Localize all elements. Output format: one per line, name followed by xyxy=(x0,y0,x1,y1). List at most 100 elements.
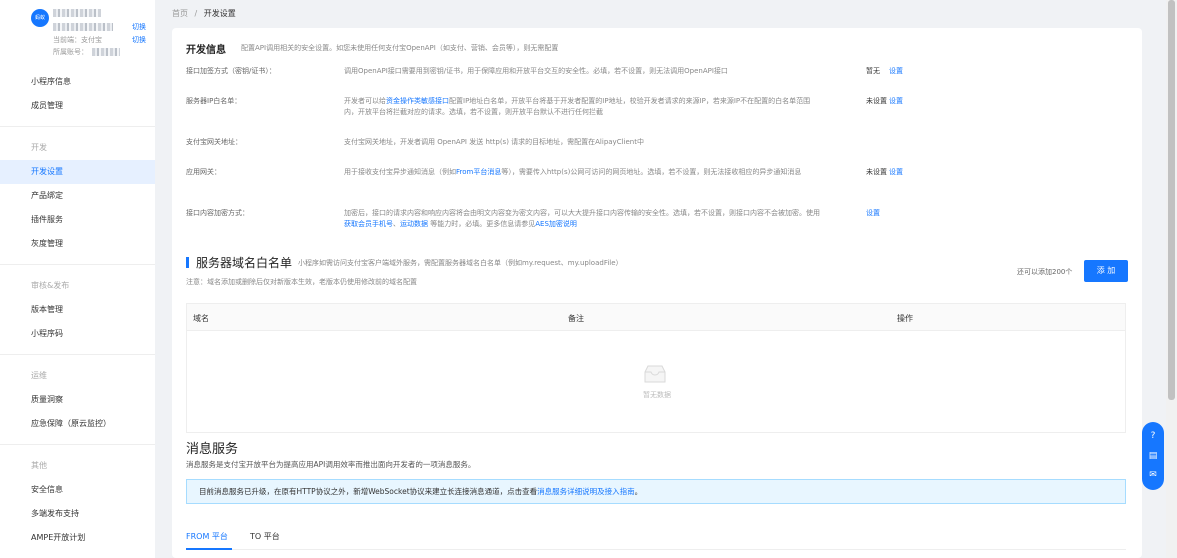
value-text: 等能力时，必填。更多信息请参见 xyxy=(428,220,536,228)
sidebar-item-security[interactable]: 安全信息 xyxy=(0,478,155,502)
divider xyxy=(0,354,155,355)
tab-to-platform[interactable]: TO 平台 xyxy=(250,531,280,542)
breadcrumb-home[interactable]: 首页 xyxy=(172,9,188,18)
row-gateway: 支付宝网关地址： 支付宝网关地址，开发者调用 OpenAPI 发送 http(s… xyxy=(186,137,1126,157)
account-label: 所属账号： xyxy=(53,48,88,56)
env-label: 当前端：支付宝 xyxy=(53,36,102,44)
row-status: 暂无 xyxy=(866,67,880,75)
sidebar-item-mini-info[interactable]: 小程序信息 xyxy=(0,70,155,94)
sidebar-section-dev: 开发 xyxy=(31,143,47,152)
col-remark: 备注 xyxy=(568,314,584,323)
notice-text: 。 xyxy=(634,487,643,496)
avatar: 蚂蚁 xyxy=(31,9,49,27)
breadcrumb-current: 开发设置 xyxy=(203,9,236,18)
sidebar-section-other: 其他 xyxy=(31,461,47,470)
sidebar-item-gray[interactable]: 灰度管理 xyxy=(0,232,155,256)
sidebar-item-plugins[interactable]: 插件服务 xyxy=(0,208,155,232)
dev-info-desc: 配置API调用相关的安全设置。如您未使用任何支付宝OpenAPI（如支付、营销、… xyxy=(241,44,559,52)
dev-info-title: 开发信息 xyxy=(186,45,226,56)
row-value: 开发者可以给资金操作类敏感接口配置IP地址白名单，开放平台将基于开发者配置的IP… xyxy=(344,96,824,118)
breadcrumb-sep: / xyxy=(194,9,198,18)
main-card: 开发信息 配置API调用相关的安全设置。如您未使用任何支付宝OpenAPI（如支… xyxy=(172,28,1142,558)
value-text: 用于接收支付宝异步通知消息（例如 xyxy=(344,168,456,176)
row-key: 接口加签方式（密钥/证书）： xyxy=(186,67,276,75)
domain-table: 域名 备注 操作 暂无数据 xyxy=(186,303,1126,433)
app-id-obscured xyxy=(53,23,113,31)
app-header: 蚂蚁 切换 当前端：支付宝 切换 所属账号： xyxy=(0,0,155,66)
sidebar-item-quality[interactable]: 质量洞察 xyxy=(0,388,155,412)
value-text: 等），需要传入http(s)公网可访问的网页地址。选填，若不设置，则无法接收相应… xyxy=(501,168,802,176)
set-ip-button[interactable]: 设置 xyxy=(889,96,903,106)
message-tabs: FROM 平台 TO 平台 xyxy=(186,524,1126,550)
sports-data-link[interactable]: 运动数据 xyxy=(400,220,428,228)
row-encryption: 接口内容加密方式： 加密后，接口的请求内容和响应内容将会由明文内容变为密文内容，… xyxy=(186,208,1126,238)
from-msg-link[interactable]: From平台消息 xyxy=(456,168,501,176)
divider xyxy=(0,264,155,265)
member-phone-link[interactable]: 获取会员手机号 xyxy=(344,220,393,228)
upgrade-notice: 目前消息服务已升级，在原有HTTP协议之外，新增WebSocket协议来建立长连… xyxy=(186,479,1126,504)
sidebar: 蚂蚁 切换 当前端：支付宝 切换 所属账号： 小程序信息 成员管理 开发 开发设… xyxy=(0,0,155,558)
sidebar-item-dev-settings[interactable]: 开发设置 xyxy=(0,160,155,184)
row-key: 应用网关： xyxy=(186,168,221,176)
sidebar-item-qrcode[interactable]: 小程序码 xyxy=(0,322,155,346)
notice-text: 目前消息服务已升级，在原有HTTP协议之外，新增WebSocket协议来建立长连… xyxy=(199,487,538,496)
chat-icon[interactable]: ▤ xyxy=(1147,450,1159,462)
row-value: 用于接收支付宝异步通知消息（例如From平台消息等），需要传入http(s)公网… xyxy=(344,167,824,178)
float-toolbar: ? ▤ ✉ xyxy=(1142,422,1164,490)
row-value: 调用OpenAPI接口需要用到密钥/证书，用于保障应用和开放平台交互的安全性。必… xyxy=(344,67,728,75)
tab-from-platform[interactable]: FROM 平台 xyxy=(186,531,228,542)
sidebar-item-ampe[interactable]: AMPE开放计划 xyxy=(0,526,155,550)
whitelist-title: 服务器域名白名单 xyxy=(196,256,293,270)
scrollbar[interactable] xyxy=(1166,0,1177,558)
aes-link[interactable]: AES加密说明 xyxy=(535,220,577,228)
app-name-obscured xyxy=(53,9,101,17)
sidebar-item-members[interactable]: 成员管理 xyxy=(0,94,155,118)
whitelist-remaining: 还可以添加200个 xyxy=(1017,268,1073,276)
row-key: 接口内容加密方式： xyxy=(186,209,249,217)
row-app-gateway: 应用网关： 用于接收支付宝异步通知消息（例如From平台消息等），需要传入htt… xyxy=(186,167,1126,197)
value-text: 开发者可以给 xyxy=(344,97,386,105)
switch-app-link[interactable]: 切换 xyxy=(132,22,146,32)
tab-indicator xyxy=(186,548,232,550)
feedback-icon[interactable]: ✉ xyxy=(1147,469,1159,481)
scrollbar-thumb[interactable] xyxy=(1168,0,1175,400)
value-text: 、 xyxy=(393,220,400,228)
whitelist-desc: 小程序如需访问支付宝客户端域外服务，需配置服务器域名白名单（例如my.reque… xyxy=(298,259,623,267)
section-bar xyxy=(186,257,189,268)
row-key: 服务器IP白名单： xyxy=(186,97,242,105)
breadcrumb: 首页 / 开发设置 xyxy=(172,8,236,19)
add-domain-button[interactable]: 添 加 xyxy=(1084,260,1128,282)
value-text: 加密后，接口的请求内容和响应内容将会由明文内容变为密文内容，可以大大提升接口内容… xyxy=(344,209,820,217)
sidebar-item-emergency[interactable]: 应急保障（原云监控） xyxy=(0,412,155,436)
row-value: 支付宝网关地址，开发者调用 OpenAPI 发送 http(s) 请求的目标地址… xyxy=(344,138,644,146)
sidebar-item-multi-publish[interactable]: 多端发布支持 xyxy=(0,502,155,526)
row-key: 支付宝网关地址： xyxy=(186,138,242,146)
row-status: 未设置 xyxy=(866,97,887,105)
row-value: 加密后，接口的请求内容和响应内容将会由明文内容变为密文内容，可以大大提升接口内容… xyxy=(344,208,824,230)
switch-env-link[interactable]: 切换 xyxy=(132,35,146,45)
row-sign-method: 接口加签方式（密钥/证书）： 调用OpenAPI接口需要用到密钥/证书，用于保障… xyxy=(186,66,1126,86)
set-sign-button[interactable]: 设置 xyxy=(889,66,903,76)
set-encrypt-button[interactable]: 设置 xyxy=(866,208,880,218)
message-title: 消息服务 xyxy=(186,442,239,457)
whitelist-note: 注意：域名添加或删除后仅对新版本生效，老版本仍使用修改前的域名配置 xyxy=(186,278,417,286)
set-gateway-button[interactable]: 设置 xyxy=(889,167,903,177)
divider xyxy=(0,126,155,127)
table-header: 域名 备注 操作 xyxy=(187,304,1125,331)
col-domain: 域名 xyxy=(193,314,209,323)
empty-box-icon xyxy=(644,365,666,383)
message-desc: 消息服务是支付宝开放平台为提高应用API调用效率而推出面向开发者的一项消息服务。 xyxy=(186,460,476,469)
col-action: 操作 xyxy=(897,314,913,323)
help-icon[interactable]: ? xyxy=(1147,430,1159,442)
sidebar-item-versions[interactable]: 版本管理 xyxy=(0,298,155,322)
divider xyxy=(0,444,155,445)
sidebar-section-release: 审核&发布 xyxy=(31,281,70,290)
empty-text: 暂无数据 xyxy=(643,391,671,399)
sidebar-section-ops: 运维 xyxy=(31,371,47,380)
message-guide-link[interactable]: 消息服务详细说明及接入指南 xyxy=(537,487,635,496)
row-ip-whitelist: 服务器IP白名单： 开发者可以给资金操作类敏感接口配置IP地址白名单，开放平台将… xyxy=(186,96,1126,126)
account-obscured xyxy=(92,48,120,56)
row-status: 未设置 xyxy=(866,168,887,176)
sensitive-api-link[interactable]: 资金操作类敏感接口 xyxy=(386,97,449,105)
sidebar-item-product-binding[interactable]: 产品绑定 xyxy=(0,184,155,208)
